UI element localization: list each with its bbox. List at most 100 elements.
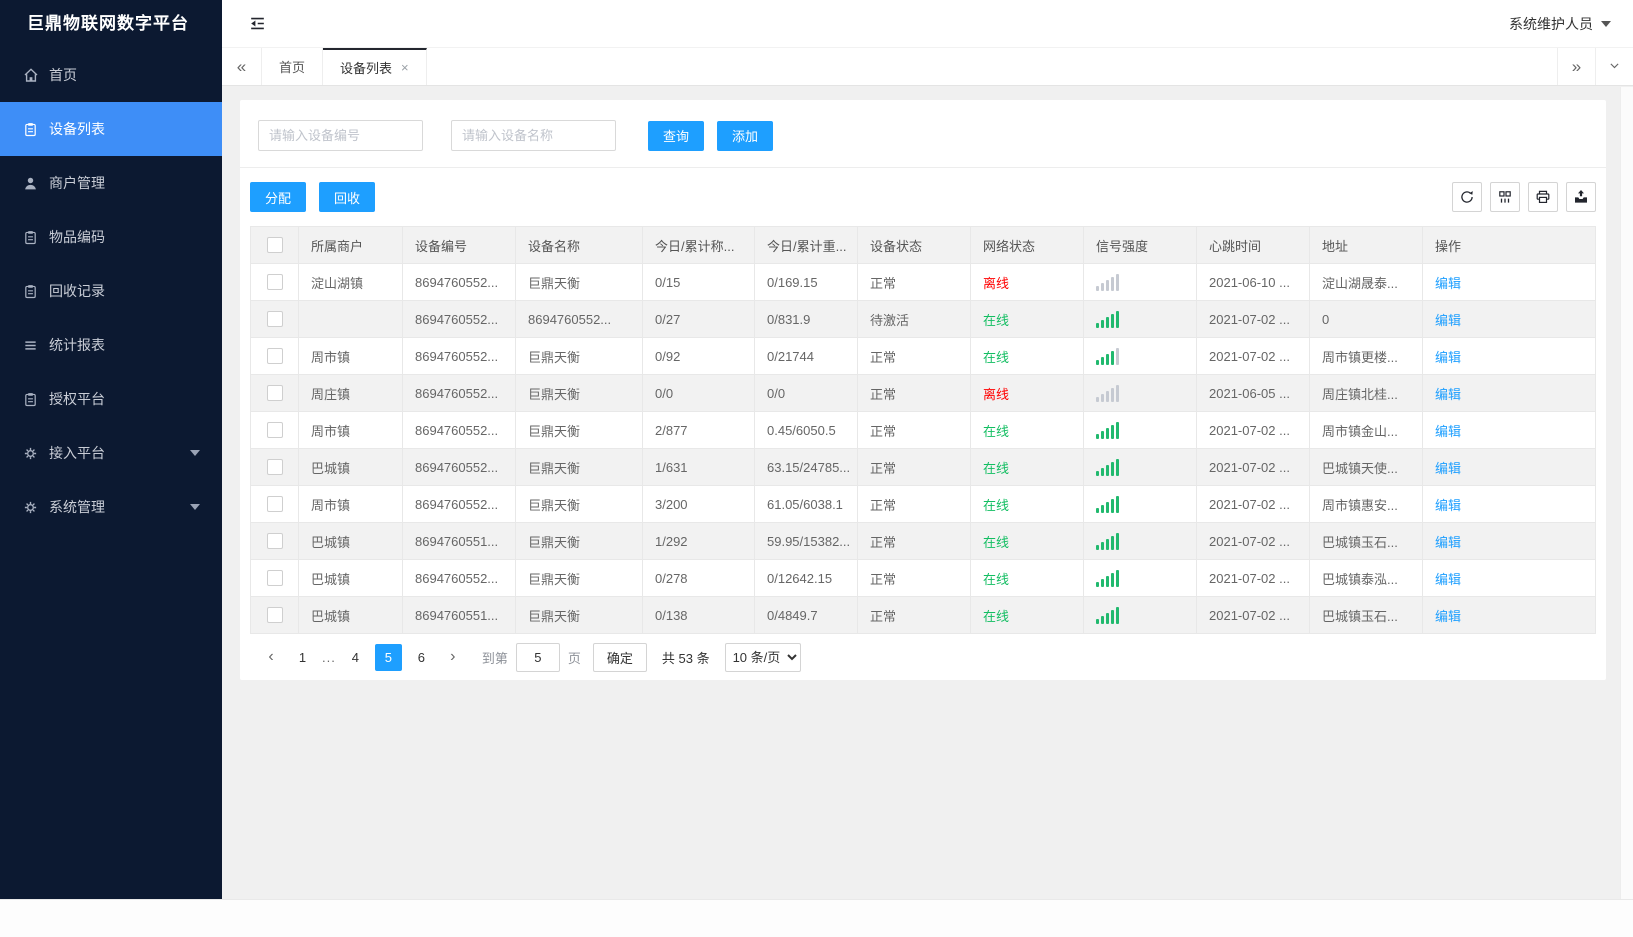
sidebar-item-回收记录[interactable]: 回收记录 xyxy=(0,264,222,318)
cell-device-no: 8694760552... xyxy=(402,559,516,597)
cell-signal xyxy=(1083,596,1197,634)
columns-button[interactable] xyxy=(1490,182,1520,212)
table-row: 周市镇 8694760552... 巨鼎天衡 3/200 61.05/6038.1 正常在… xyxy=(250,485,1596,523)
cell-signal xyxy=(1083,300,1197,338)
chevron-down-icon xyxy=(190,504,200,510)
tabs-menu-button[interactable] xyxy=(1595,48,1633,85)
cell-heartbeat: 2021-07-02 ... xyxy=(1196,337,1310,375)
sidebar-item-label: 系统管理 xyxy=(49,499,105,515)
cell-device-status: 正常 xyxy=(857,596,971,634)
device-list-card: 查询 添加 分配 回收 所属商户设备编号设备名称今日/累 xyxy=(240,100,1606,680)
signal-strength-icon xyxy=(1096,532,1184,550)
edit-link[interactable]: 编辑 xyxy=(1435,461,1461,476)
tab-设备列表[interactable]: 设备列表 × xyxy=(323,48,427,85)
table-wrap: 所属商户 设备编号 设备名称 今日/累计称... 今日/累计重... 设备状态 网络状态 信号… xyxy=(240,226,1606,680)
cell-today-weight: 0/21744 xyxy=(754,337,858,375)
sidebar-item-商户管理[interactable]: 商户管理 xyxy=(0,156,222,210)
cell-network-status: 在线 xyxy=(970,522,1084,560)
column-header: 设备名称 xyxy=(515,226,643,264)
export-button[interactable] xyxy=(1566,182,1596,212)
row-checkbox[interactable] xyxy=(266,311,283,328)
sidebar-item-授权平台[interactable]: 授权平台 xyxy=(0,372,222,426)
add-button[interactable]: 添加 xyxy=(717,120,774,151)
refresh-icon xyxy=(1459,189,1475,205)
tabs-scroll-left[interactable]: « xyxy=(222,48,262,85)
row-checkbox[interactable] xyxy=(266,459,283,476)
device-name-input[interactable] xyxy=(451,120,616,151)
access-platform-icon xyxy=(22,445,39,462)
edit-link[interactable]: 编辑 xyxy=(1435,609,1461,624)
sidebar-item-接入平台[interactable]: 接入平台 xyxy=(0,426,222,480)
edit-link[interactable]: 编辑 xyxy=(1435,350,1461,365)
select-all-checkbox[interactable] xyxy=(266,237,283,254)
row-checkbox[interactable] xyxy=(266,607,283,624)
cell-today-weight: 0/0 xyxy=(754,374,858,412)
cell-today-count: 2/877 xyxy=(642,411,755,449)
row-checkbox[interactable] xyxy=(266,422,283,439)
recycle-button[interactable]: 回收 xyxy=(319,182,376,212)
cell-device-status: 正常 xyxy=(857,263,971,301)
row-checkbox[interactable] xyxy=(266,385,283,402)
chevron-down-icon xyxy=(190,450,200,456)
cell-device-status: 正常 xyxy=(857,337,971,375)
user-menu[interactable]: 系统维护人员 xyxy=(1509,14,1611,34)
tab-bar-controls: » xyxy=(1557,48,1633,85)
row-checkbox[interactable] xyxy=(266,496,283,513)
page-size-select[interactable]: 10 条/页 xyxy=(724,642,801,672)
column-header: 操作 xyxy=(1422,226,1596,264)
cell-today-weight: 61.05/6038.1 xyxy=(754,485,858,523)
sidebar-item-统计报表[interactable]: 统计报表 xyxy=(0,318,222,372)
sidebar-item-设备列表[interactable]: 设备列表 xyxy=(0,102,222,156)
confirm-button[interactable]: 确定 xyxy=(592,642,647,672)
home-icon xyxy=(22,67,39,84)
column-header: 今日/累计称... xyxy=(642,226,755,264)
close-icon[interactable]: × xyxy=(401,61,409,74)
sidebar-item-首页[interactable]: 首页 xyxy=(0,48,222,102)
cell-device-status: 正常 xyxy=(857,522,971,560)
goto-page-input[interactable] xyxy=(515,642,560,672)
vertical-scrollbar[interactable] xyxy=(1620,87,1633,899)
device-list-icon xyxy=(22,121,39,138)
edit-link[interactable]: 编辑 xyxy=(1435,572,1461,587)
cell-signal xyxy=(1083,263,1197,301)
edit-link[interactable]: 编辑 xyxy=(1435,535,1461,550)
print-button[interactable] xyxy=(1528,182,1558,212)
query-button[interactable]: 查询 xyxy=(648,120,705,151)
page-button-1[interactable]: 1 xyxy=(289,644,316,671)
cell-heartbeat: 2021-07-02 ... xyxy=(1196,522,1310,560)
cell-device-name: 巨鼎天衡 xyxy=(515,411,643,449)
row-checkbox[interactable] xyxy=(266,274,283,291)
edit-link[interactable]: 编辑 xyxy=(1435,313,1461,328)
device-no-input[interactable] xyxy=(258,120,423,151)
cell-address: 巴城镇天使... xyxy=(1309,448,1423,486)
page-button-6[interactable]: 6 xyxy=(408,644,435,671)
cell-device-no: 8694760552... xyxy=(402,263,516,301)
edit-link[interactable]: 编辑 xyxy=(1435,276,1461,291)
cell-today-count: 0/27 xyxy=(642,300,755,338)
edit-link[interactable]: 编辑 xyxy=(1435,387,1461,402)
sidebar-item-物品编码[interactable]: 物品编码 xyxy=(0,210,222,264)
sidebar-item-label: 商户管理 xyxy=(49,175,105,191)
assign-button[interactable]: 分配 xyxy=(250,182,307,212)
app-title: 巨鼎物联网数字平台 xyxy=(27,14,189,33)
edit-link[interactable]: 编辑 xyxy=(1435,424,1461,439)
tab-首页[interactable]: 首页 xyxy=(262,48,324,85)
row-checkbox[interactable] xyxy=(266,348,283,365)
page-button-4[interactable]: 4 xyxy=(342,644,369,671)
sidebar-item-系统管理[interactable]: 系统管理 xyxy=(0,480,222,534)
next-page-button[interactable]: › xyxy=(440,644,466,670)
signal-strength-icon xyxy=(1096,495,1184,513)
row-checkbox[interactable] xyxy=(266,570,283,587)
sidebar-toggle-icon[interactable] xyxy=(248,14,267,33)
horizontal-scrollbar[interactable] xyxy=(0,899,1633,937)
prev-page-button[interactable]: ‹ xyxy=(258,644,284,670)
topbar: 系统维护人员 xyxy=(222,0,1633,48)
cell-device-status: 正常 xyxy=(857,411,971,449)
row-checkbox[interactable] xyxy=(266,533,283,550)
refresh-button[interactable] xyxy=(1452,182,1482,212)
tabs-scroll-right[interactable]: » xyxy=(1557,48,1595,85)
page-button-5[interactable]: 5 xyxy=(374,643,402,671)
table-header-row: 所属商户 设备编号 设备名称 今日/累计称... 今日/累计重... 设备状态 网络状态 信号… xyxy=(250,226,1596,264)
edit-link[interactable]: 编辑 xyxy=(1435,498,1461,513)
cell-action: 编辑 xyxy=(1422,411,1596,449)
